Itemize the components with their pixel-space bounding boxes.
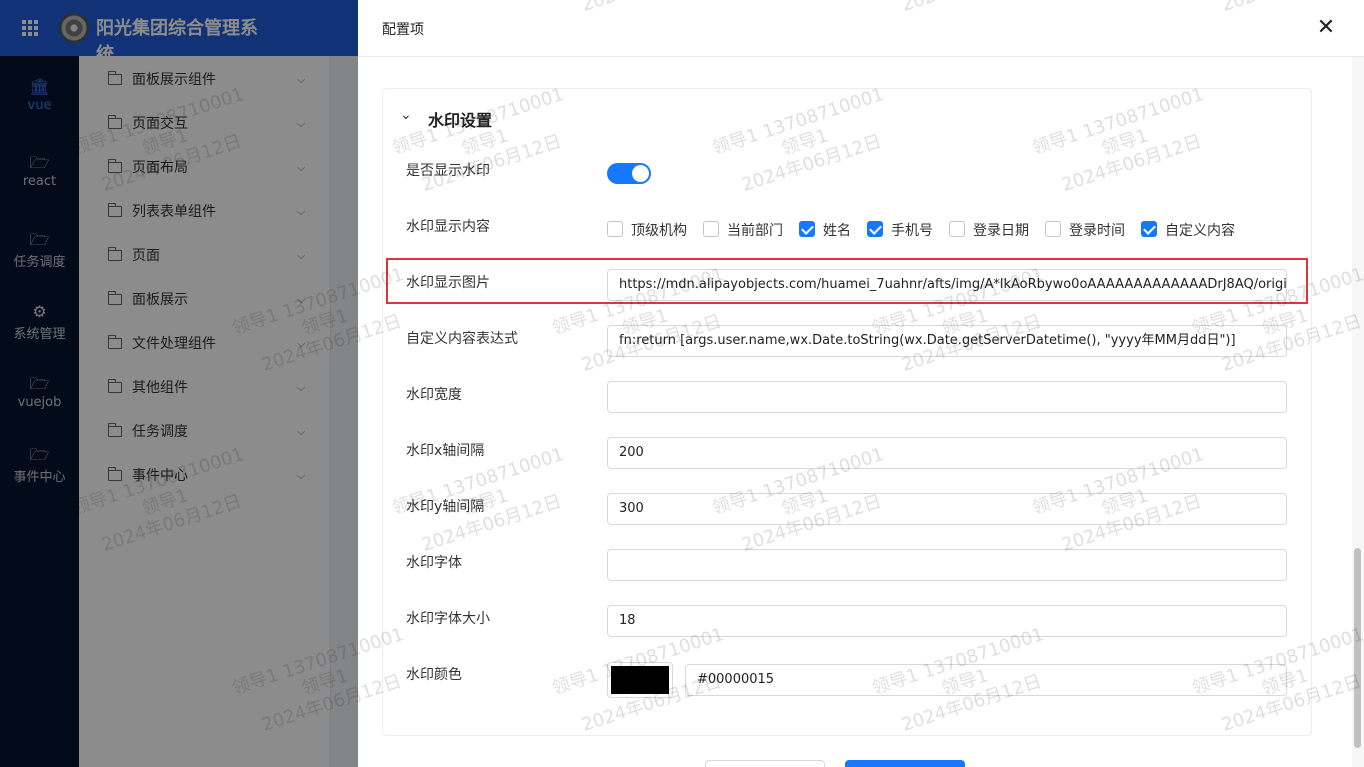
confirm-button[interactable] [845, 760, 965, 767]
show-watermark-toggle[interactable] [607, 163, 651, 184]
color-swatch [611, 666, 669, 694]
x-gap-input[interactable]: 200 [607, 437, 1287, 469]
font-label: 水印字体 [406, 555, 462, 571]
checkbox-box [949, 221, 965, 237]
chevron-down-icon[interactable]: ⌄ [400, 107, 412, 123]
expression-label: 自定义内容表达式 [406, 331, 518, 347]
checkbox-label: 顶级机构 [631, 223, 687, 239]
show-watermark-label: 是否显示水印 [406, 163, 490, 179]
scrollbar-thumb[interactable] [1354, 548, 1361, 748]
drawer-title: 配置项 [382, 22, 424, 38]
checkbox-box [1045, 221, 1061, 237]
checkbox-label: 登录日期 [973, 223, 1029, 239]
checkbox-label: 姓名 [823, 223, 851, 239]
font-size-label: 水印字体大小 [406, 611, 490, 627]
font-input[interactable] [607, 549, 1287, 581]
drawer-header: 配置项 ✕ [358, 0, 1364, 57]
expression-input[interactable]: fn:return [args.user.name,wx.Date.toStri… [607, 325, 1287, 357]
checkbox-box [799, 221, 815, 237]
width-input[interactable] [607, 381, 1287, 413]
close-icon[interactable]: ✕ [1314, 16, 1338, 40]
checkbox-box [1141, 221, 1157, 237]
width-label: 水印宽度 [406, 387, 462, 403]
section-title[interactable]: 水印设置 [428, 107, 492, 131]
watermark-image-label: 水印显示图片 [406, 275, 490, 291]
checkbox-label: 当前部门 [727, 223, 783, 239]
cancel-button[interactable] [705, 760, 825, 767]
y-gap-label: 水印y轴间隔 [406, 499, 485, 515]
config-drawer: 配置项 ✕ ⌄ 水印设置 是否显示水印 水印显示内容 顶级机构 当前部门 姓名 … [358, 0, 1364, 767]
font-size-input[interactable]: 18 [607, 605, 1287, 637]
checkbox-label: 自定义内容 [1165, 223, 1235, 239]
watermark-image-input[interactable]: https://mdn.alipayobjects.com/huamei_7ua… [607, 269, 1287, 301]
checkbox-label: 手机号 [891, 223, 933, 239]
checkbox-box [867, 221, 883, 237]
color-input[interactable]: #00000015 [685, 664, 1287, 696]
color-picker-button[interactable] [607, 662, 673, 698]
toggle-knob [632, 165, 649, 182]
checkbox-box [703, 221, 719, 237]
watermark-content-label: 水印显示内容 [406, 219, 490, 235]
checkbox-label: 登录时间 [1069, 223, 1125, 239]
y-gap-input[interactable]: 300 [607, 493, 1287, 525]
color-label: 水印颜色 [406, 667, 462, 683]
checkbox-box [607, 221, 623, 237]
x-gap-label: 水印x轴间隔 [406, 443, 485, 459]
